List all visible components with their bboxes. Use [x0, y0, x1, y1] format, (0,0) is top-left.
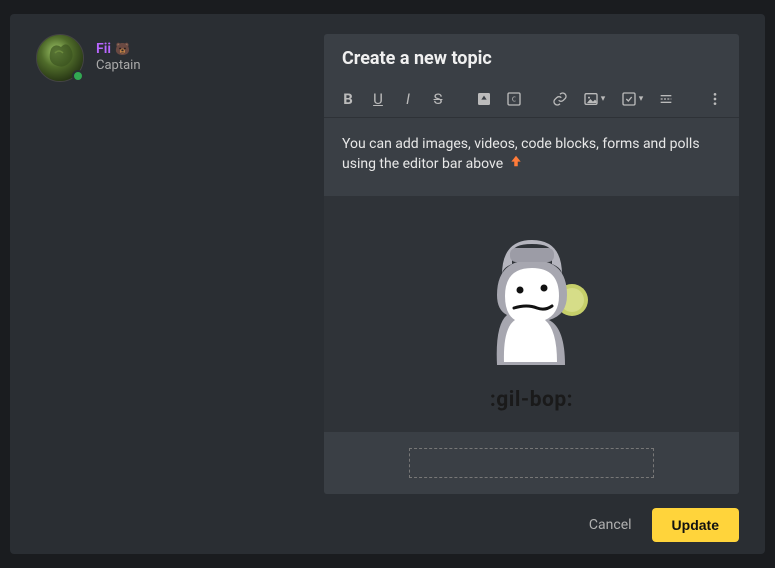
strikethrough-icon[interactable]: S: [424, 85, 452, 113]
topic-editor-panel: Fii 🐻 Captain Create a new topic B U I S: [10, 14, 765, 554]
caption-row: [324, 432, 739, 494]
underline-icon[interactable]: U: [364, 85, 392, 113]
emote-label: :gil-bop:: [490, 388, 573, 412]
editor-hint: You can add images, videos, code blocks,…: [342, 134, 721, 175]
update-button[interactable]: Update: [652, 508, 739, 542]
svg-text:C: C: [512, 95, 516, 104]
chevron-down-icon: ▾: [601, 94, 606, 104]
action-row: Cancel Update: [324, 508, 739, 542]
italic-icon[interactable]: I: [394, 85, 422, 113]
user-role: Captain: [96, 58, 141, 73]
avatar-wrap: [36, 34, 84, 82]
emote-image: [457, 220, 607, 374]
divider-icon[interactable]: [652, 85, 680, 113]
more-options-icon[interactable]: [701, 85, 729, 113]
caption-input[interactable]: [409, 448, 654, 478]
chevron-down-icon: ▾: [639, 94, 644, 104]
status-indicator: [72, 70, 84, 82]
emote-preview: :gil-bop:: [324, 196, 739, 432]
author-block: Fii 🐻 Captain: [36, 34, 306, 536]
cancel-button[interactable]: Cancel: [583, 509, 638, 541]
bold-icon[interactable]: B: [334, 85, 362, 113]
username-text: Fii: [96, 41, 111, 57]
checklist-icon[interactable]: ▾: [614, 85, 650, 113]
editor-body[interactable]: You can add images, videos, code blocks,…: [324, 117, 739, 195]
upload-file-icon[interactable]: [470, 85, 498, 113]
image-icon[interactable]: ▾: [576, 85, 612, 113]
editor-toolbar: B U I S C: [324, 81, 739, 117]
editor-column: Create a new topic B U I S C: [324, 34, 739, 536]
link-icon[interactable]: [546, 85, 574, 113]
username[interactable]: Fii 🐻: [96, 41, 130, 57]
user-info: Fii 🐻 Captain: [96, 34, 141, 73]
editor-card: Create a new topic B U I S C: [324, 34, 739, 494]
code-block-icon[interactable]: C: [500, 85, 528, 113]
arrow-up-icon: [509, 154, 523, 174]
editor-title: Create a new topic: [324, 34, 739, 81]
user-badge-icon: 🐻: [115, 42, 130, 56]
